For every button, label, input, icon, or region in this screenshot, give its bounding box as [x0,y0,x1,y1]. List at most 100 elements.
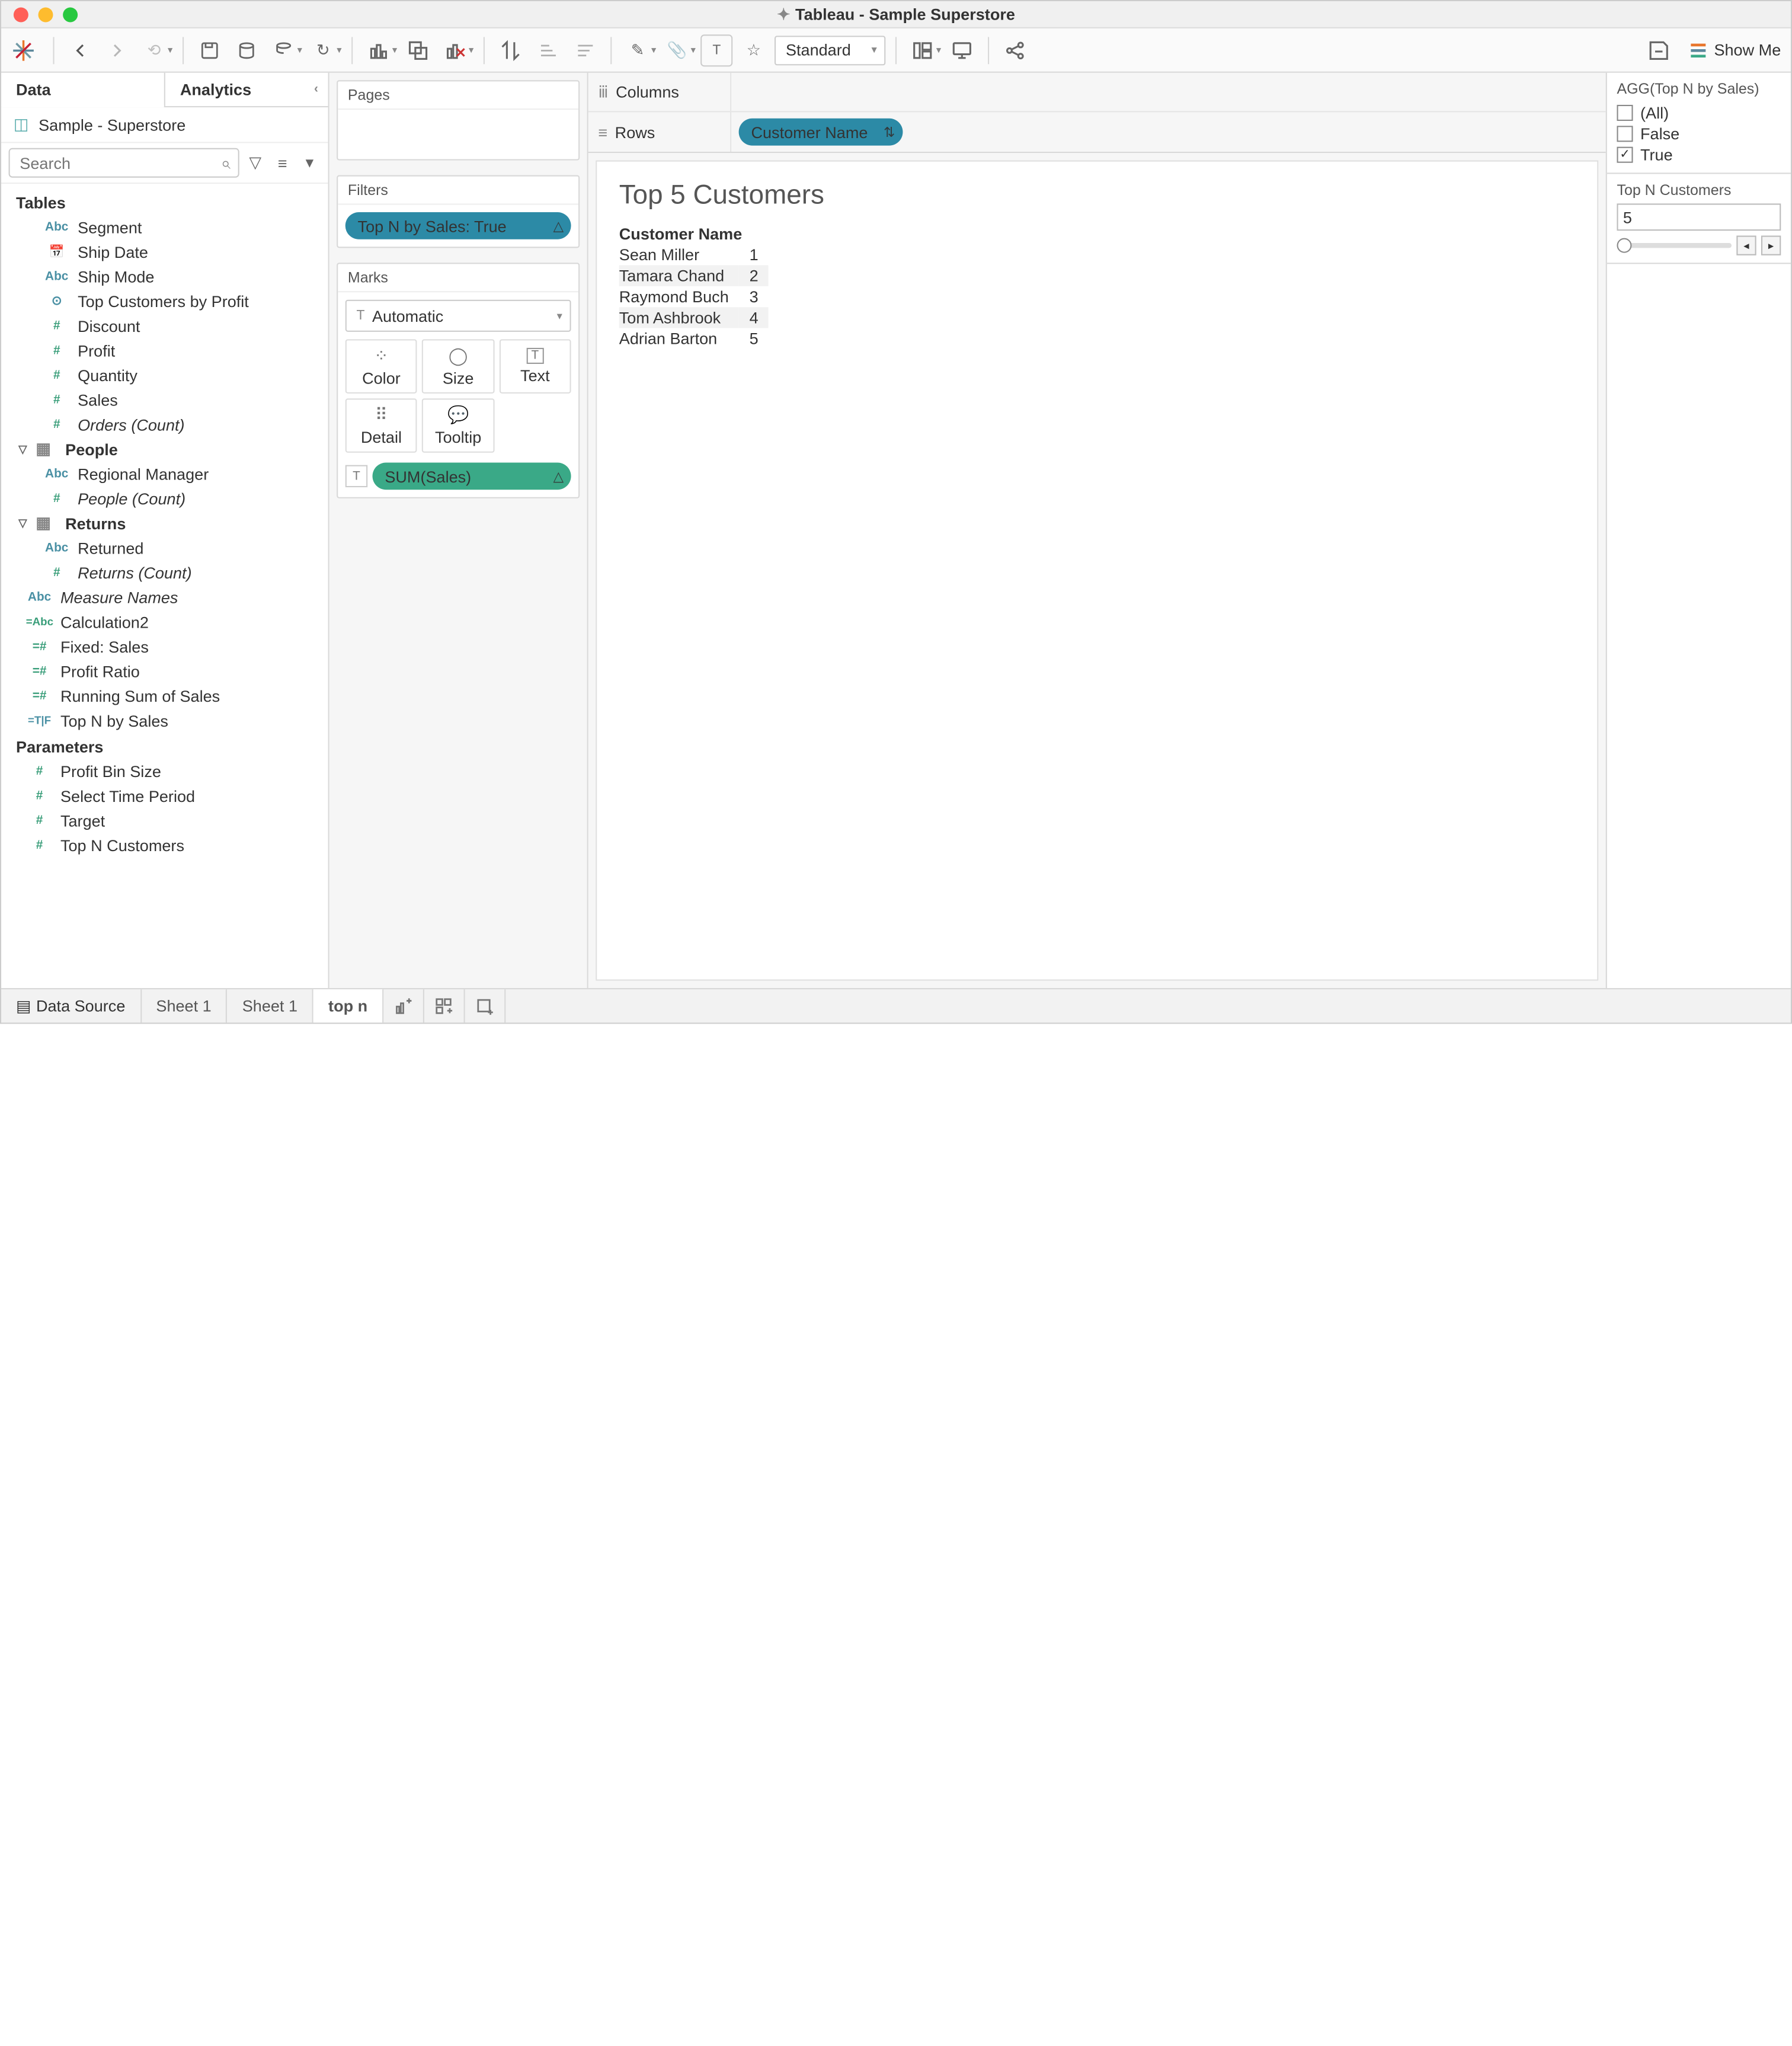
text-mark-icon: T [345,465,367,487]
mark-type-select[interactable]: TAutomatic [345,300,571,332]
tooltip-icon: 💬 [447,405,469,426]
data-guide-button[interactable] [1643,34,1675,66]
data-source-tab[interactable]: ▤Data Source [1,989,141,1022]
datasource-row[interactable]: ◫ Sample - Superstore [1,107,328,143]
back-button[interactable] [64,34,96,66]
field-top-customers-by-profit[interactable]: ⊙Top Customers by Profit [1,289,328,314]
field-running-sum[interactable]: =#Running Sum of Sales [1,683,328,708]
new-worksheet-button[interactable] [363,34,395,66]
field-sales[interactable]: #Sales [1,388,328,413]
filter-pill-top-n[interactable]: Top N by Sales: True△ [345,212,571,239]
new-dashboard-tab-button[interactable] [424,989,465,1022]
pages-card[interactable]: Pages [337,80,580,160]
forward-button[interactable] [101,34,133,66]
filters-card[interactable]: Filters Top N by Sales: True△ [337,175,580,248]
field-ship-date[interactable]: 📅Ship Date [1,239,328,264]
group-button[interactable]: 📎 [661,34,693,66]
clear-sheet-button[interactable] [439,34,471,66]
sheet-tab-top-n[interactable]: top n [313,989,383,1022]
window-titlebar: ✦Tableau - Sample Superstore [1,1,1791,28]
field-menu-icon[interactable]: ▾ [299,153,321,172]
field-returns-count[interactable]: #Returns (Count) [1,560,328,585]
param-top-n-customers[interactable]: #Top N Customers [1,833,328,858]
field-calculation2[interactable]: =AbcCalculation2 [1,609,328,634]
detail-button[interactable]: ⠿Detail [345,398,417,453]
size-button[interactable]: ◯Size [422,339,494,394]
columns-shelf[interactable]: ⅲColumns [588,73,1606,113]
tooltip-button[interactable]: 💬Tooltip [422,398,494,453]
agg-filter-card[interactable]: AGG(Top N by Sales) (All) False ✓True [1607,73,1791,174]
marks-card[interactable]: Marks TAutomatic ⁘Color ◯Size TText ⠿Det… [337,263,580,498]
rows-shelf[interactable]: ≡Rows Customer Name⇅ [588,112,1606,152]
sheet-tab-1[interactable]: Sheet 1 [141,989,227,1022]
field-search-input[interactable] [9,148,239,178]
viz-canvas[interactable]: Top 5 Customers Customer Name Sean Mille… [596,161,1598,981]
analytics-tab[interactable]: Analytics‹ [165,73,328,106]
sort-icon: ⇅ [884,124,895,140]
returns-table-group[interactable]: ▽▦ Returns [1,511,328,536]
fit-select[interactable]: Standard [775,35,885,65]
table-row: Raymond Buch3 [619,286,769,307]
field-measure-names[interactable]: AbcMeasure Names [1,584,328,609]
field-people-count[interactable]: #People (Count) [1,486,328,511]
rows-pill-customer-name[interactable]: Customer Name⇅ [739,119,903,146]
sheet-tab-2[interactable]: Sheet 1 [228,989,313,1022]
field-quantity[interactable]: #Quantity [1,363,328,388]
field-discount[interactable]: #Discount [1,314,328,338]
checkbox-true[interactable]: ✓True [1617,145,1781,165]
view-list-icon[interactable]: ≡ [271,154,293,172]
cards-column: Pages Filters Top N by Sales: True△ Mark… [329,73,588,988]
minimize-window-button[interactable] [39,7,53,21]
duplicate-sheet-button[interactable] [402,34,434,66]
highlight-button[interactable]: ✎ [622,34,654,66]
checkbox-all[interactable]: (All) [1617,103,1781,123]
refresh-button[interactable]: ↻ [307,34,339,66]
field-top-n-by-sales[interactable]: =T|FTop N by Sales [1,708,328,733]
undo-button[interactable]: ⟲ [138,34,170,66]
param-profit-bin-size[interactable]: #Profit Bin Size [1,759,328,784]
slider-next-button[interactable]: ▸ [1761,236,1781,255]
parameter-input[interactable] [1617,203,1781,231]
param-target[interactable]: #Target [1,808,328,833]
new-story-tab-button[interactable] [465,989,506,1022]
param-select-time-period[interactable]: #Select Time Period [1,784,328,808]
sort-asc-button[interactable] [532,34,564,66]
field-regional-manager[interactable]: AbcRegional Manager [1,461,328,486]
parameters-section-header: Parameters [1,733,328,759]
swap-button[interactable] [495,34,527,66]
field-segment[interactable]: AbcSegment [1,215,328,239]
field-ship-mode[interactable]: AbcShip Mode [1,264,328,289]
slider-prev-button[interactable]: ◂ [1736,236,1756,255]
save-button[interactable] [194,34,226,66]
viz-title[interactable]: Top 5 Customers [619,179,1575,211]
checkbox-false[interactable]: False [1617,123,1781,144]
parameter-card-top-n[interactable]: Top N Customers ◂ ▸ [1607,174,1791,264]
people-table-group[interactable]: ▽▦ People [1,437,328,462]
main-toolbar: ⟲▾ ▾ ↻▾ ▾ ▾ ✎▾ 📎▾ T ☆ Standard ▾ Show Me [1,28,1791,73]
field-returned[interactable]: AbcReturned [1,535,328,560]
presentation-mode-button[interactable] [946,34,978,66]
show-cards-button[interactable] [907,34,939,66]
mark-pill-sum-sales[interactable]: SUM(Sales)△ [373,462,571,490]
color-button[interactable]: ⁘Color [345,339,417,394]
viz-column-header: Customer Name [619,223,769,244]
share-button[interactable] [999,34,1031,66]
zoom-window-button[interactable] [63,7,78,21]
labels-button[interactable]: T [700,34,732,66]
text-button[interactable]: TText [499,339,571,394]
parameter-slider[interactable] [1617,243,1732,248]
data-tab[interactable]: Data [1,73,165,106]
field-orders-count[interactable]: #Orders (Count) [1,412,328,437]
close-window-button[interactable] [14,7,28,21]
field-profit[interactable]: #Profit [1,338,328,363]
field-fixed-sales[interactable]: =#Fixed: Sales [1,634,328,659]
table-row: Tom Ashbrook4 [619,307,769,328]
filter-icon[interactable]: ▽ [244,153,266,172]
new-data-source-button[interactable] [231,34,263,66]
show-me-button[interactable]: Show Me [1687,39,1781,61]
pin-button[interactable]: ☆ [738,34,770,66]
sort-desc-button[interactable] [569,34,601,66]
new-worksheet-tab-button[interactable] [383,989,424,1022]
auto-update-button[interactable] [268,34,300,66]
field-profit-ratio[interactable]: =#Profit Ratio [1,658,328,683]
